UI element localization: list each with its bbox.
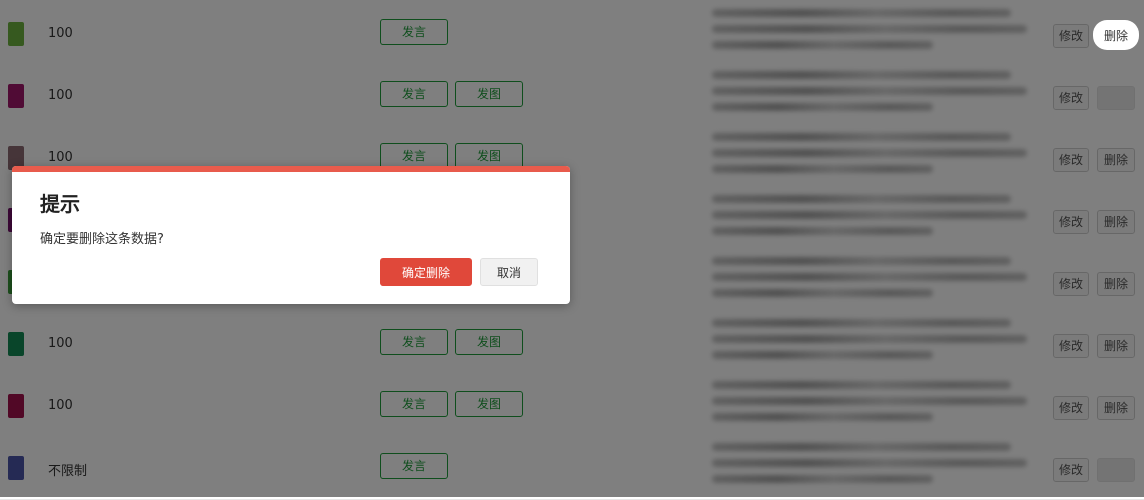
dialog-title: 提示 [40,192,80,216]
confirm-dialog: 提示 确定要删除这条数据? 确定删除 取消 [12,166,570,304]
confirm-delete-button[interactable]: 确定删除 [380,258,472,286]
dialog-message: 确定要删除这条数据? [40,232,164,247]
delete-button-highlight[interactable]: 删除 [1093,20,1139,50]
dialog-accent-bar [12,166,570,172]
cancel-button[interactable]: 取消 [480,258,538,286]
